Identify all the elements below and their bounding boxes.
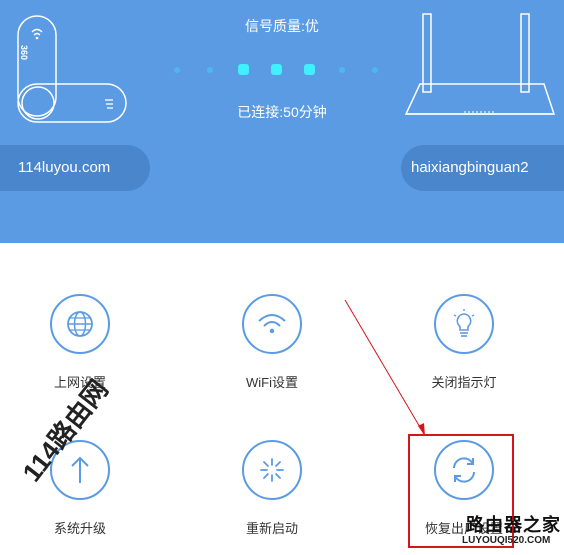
signal-dot [174, 66, 180, 73]
menu-item-label: 系统升级 [53, 521, 106, 536]
signal-dot [339, 66, 345, 73]
menu-item-label: 重新启动 [245, 521, 298, 536]
menu-item-system-upgrade[interactable]: 系统升级 [0, 440, 160, 537]
menu-item-wifi-settings[interactable]: WiFi设置 [192, 294, 352, 391]
watermark-right: 路由器之家 [466, 515, 561, 535]
restart-icon [242, 440, 302, 500]
menu-item-label: WiFi设置 [246, 375, 298, 390]
device-domain-pill[interactable]: 114luyou.com [0, 145, 150, 191]
wifi-name-pill[interactable]: haixiangbinguan2 [401, 145, 564, 191]
signal-dot [207, 66, 213, 73]
signal-strength-indicator [172, 64, 378, 76]
wifi-icon [242, 294, 302, 354]
device-logo-label: 360 [19, 45, 29, 61]
signal-dot [372, 66, 378, 73]
menu-item-label: 关闭指示灯 [431, 375, 497, 390]
signal-dot [238, 64, 249, 75]
menu-item-restart[interactable]: 重新启动 [192, 440, 352, 537]
globe-icon [50, 294, 110, 354]
light-bulb-icon [434, 294, 494, 354]
signal-dot [304, 64, 315, 75]
watermark-right-url: LUYOUQI520.COM [462, 535, 551, 546]
menu-item-turn-off-indicator[interactable]: 关闭指示灯 [384, 294, 544, 391]
status-header: 360 信号质量:优 已连接:50分钟 114luyou.com haixian… [0, 0, 564, 243]
signal-dot [271, 64, 282, 75]
router-icon [404, 13, 556, 115]
menu-item-internet-settings[interactable]: 上网设置 [0, 294, 160, 391]
